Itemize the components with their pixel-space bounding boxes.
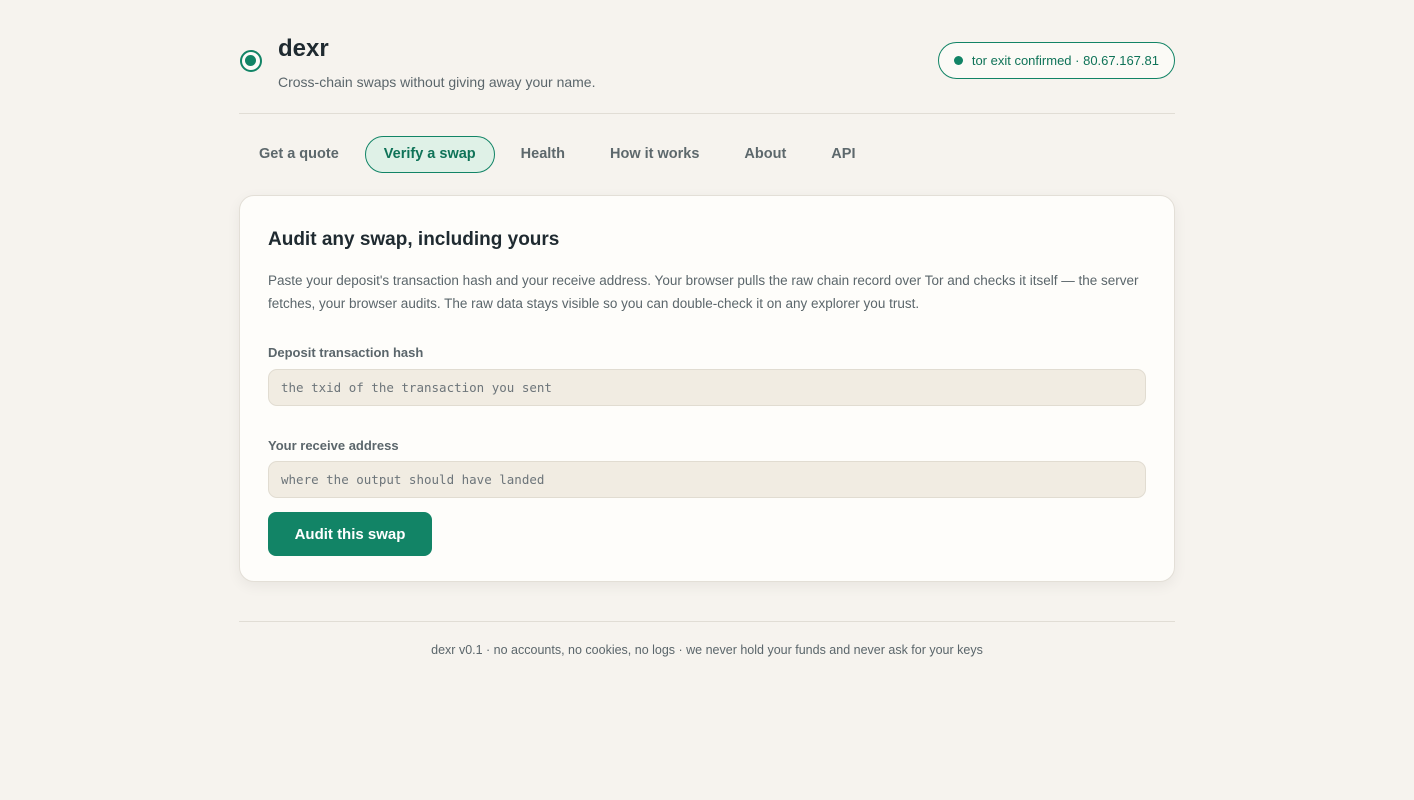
tab-get-a-quote[interactable]: Get a quote xyxy=(239,136,358,173)
audit-swap-button[interactable]: Audit this swap xyxy=(268,512,432,556)
tx-hash-input[interactable] xyxy=(268,369,1146,406)
page: dexr Cross-chain swaps without giving aw… xyxy=(239,0,1175,657)
card-description: Paste your deposit's transaction hash an… xyxy=(268,273,1139,311)
status-dot-icon xyxy=(953,56,963,65)
footer-text: dexr v0.1 · no accounts, no cookies, no … xyxy=(431,643,983,657)
receive-address-input[interactable] xyxy=(268,461,1146,498)
brand-name: dexr xyxy=(278,35,329,62)
tagline: Cross-chain swaps without giving away yo… xyxy=(278,74,596,90)
tor-status-badge: tor exit confirmed · 80.67.167.81 xyxy=(937,42,1175,79)
tab-bar: Get a quote Verify a swap Health How it … xyxy=(239,136,881,173)
tab-api[interactable]: API xyxy=(812,136,874,173)
tab-how-it-works[interactable]: How it works xyxy=(591,136,718,173)
audit-card: Audit any swap, including yours Paste yo… xyxy=(239,195,1175,582)
logo-icon xyxy=(240,50,262,72)
tab-about[interactable]: About xyxy=(725,136,805,173)
tx-hash-label: Deposit transaction hash xyxy=(268,345,424,360)
header: dexr Cross-chain swaps without giving aw… xyxy=(239,0,1175,114)
receive-address-label: Your receive address xyxy=(268,438,399,453)
footer: dexr v0.1 · no accounts, no cookies, no … xyxy=(239,621,1175,657)
card-title: Audit any swap, including yours xyxy=(268,229,560,250)
tor-status-text: tor exit confirmed · 80.67.167.81 xyxy=(971,53,1159,68)
tab-verify-a-swap[interactable]: Verify a swap xyxy=(364,136,495,173)
tab-health[interactable]: Health xyxy=(502,136,584,173)
